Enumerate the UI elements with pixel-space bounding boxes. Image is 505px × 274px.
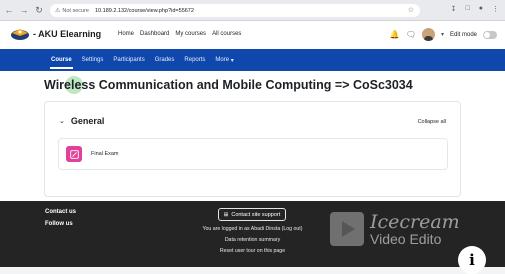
tab-reports[interactable]: Reports xyxy=(179,49,210,71)
chevron-down-icon[interactable]: ▾ xyxy=(441,31,444,38)
reload-icon[interactable]: ↻ xyxy=(33,4,45,16)
tab-grades[interactable]: Grades xyxy=(150,49,180,71)
browser-menu-icon[interactable]: ⋮ xyxy=(492,5,499,13)
edit-mode-label: Edit mode xyxy=(449,31,477,38)
activity-item[interactable]: Final Exam xyxy=(58,138,448,170)
contact-site-support-button[interactable]: ⊞ Contact site support xyxy=(218,208,286,221)
video-editor-watermark: Icecream Video Edito xyxy=(330,212,460,246)
logo-text: - AKU Elearning xyxy=(33,29,102,39)
not-secure-label: Not secure xyxy=(62,7,89,14)
nav-home[interactable]: Home xyxy=(118,31,134,37)
watermark-line1: Icecream xyxy=(370,210,460,233)
page-title: Wireless Communication and Mobile Comput… xyxy=(44,78,413,92)
contact-button-label: Contact site support xyxy=(231,211,281,218)
warning-icon: ⚠ xyxy=(55,8,61,14)
nav-my-courses[interactable]: My courses xyxy=(175,31,206,37)
activity-label[interactable]: Final Exam xyxy=(91,151,119,157)
course-nav: Course Settings Participants Grades Repo… xyxy=(0,49,505,71)
logo-mark-icon xyxy=(11,29,29,40)
site-header: - AKU Elearning Home Dashboard My course… xyxy=(0,21,505,49)
tab-search-icon[interactable]: □ xyxy=(466,5,470,13)
profile-icon[interactable]: ● xyxy=(479,5,483,13)
tab-settings[interactable]: Settings xyxy=(77,49,109,71)
site-logo[interactable]: - AKU Elearning xyxy=(10,27,101,41)
notifications-bell-icon[interactable]: 🔔 xyxy=(390,30,400,39)
info-icon[interactable]: i xyxy=(458,246,486,274)
footer-contact-us: Contact us xyxy=(45,209,77,215)
assignment-icon xyxy=(66,146,82,162)
browser-toolbar: ← → ↻ ⚠ Not secure 10.189.2.132/course/v… xyxy=(0,0,505,21)
section-title: General xyxy=(70,116,105,126)
nav-dashboard[interactable]: Dashboard xyxy=(140,31,169,37)
nav-all-courses[interactable]: All courses xyxy=(212,31,241,37)
forward-arrow-icon[interactable]: → xyxy=(18,4,30,16)
play-icon xyxy=(330,212,364,246)
course-section-card: ⌄ General Collapse all Final Exam xyxy=(44,101,461,197)
course-page: Wireless Communication and Mobile Comput… xyxy=(0,71,505,201)
user-avatar[interactable] xyxy=(421,28,435,41)
plus-icon: ⊞ xyxy=(223,211,229,218)
section-header[interactable]: ⌄ General xyxy=(59,116,104,126)
messages-chat-icon[interactable]: 🗨 xyxy=(406,30,416,39)
chevron-down-icon[interactable]: ⌄ xyxy=(59,117,65,125)
download-icon[interactable]: ↧ xyxy=(451,5,457,13)
edit-mode-toggle[interactable] xyxy=(483,30,497,39)
tab-course[interactable]: Course xyxy=(46,49,77,71)
primary-nav: Home Dashboard My courses All courses xyxy=(118,31,241,37)
watermark-line2: Video Edito xyxy=(370,230,442,247)
collapse-all-link[interactable]: Collapse all xyxy=(418,119,446,125)
bookmark-star-icon[interactable]: ☆ xyxy=(408,6,414,14)
reset-tour-link[interactable]: Reset user tour on this page xyxy=(0,248,505,254)
tab-more[interactable]: More ▾ xyxy=(210,49,238,71)
address-bar[interactable]: ⚠ Not secure 10.189.2.132/course/view.ph… xyxy=(50,4,420,17)
tab-participants[interactable]: Participants xyxy=(108,49,149,71)
back-arrow-icon[interactable]: ← xyxy=(3,4,15,16)
url-text[interactable]: 10.189.2.132/course/view.php?id=55672 xyxy=(95,8,194,14)
